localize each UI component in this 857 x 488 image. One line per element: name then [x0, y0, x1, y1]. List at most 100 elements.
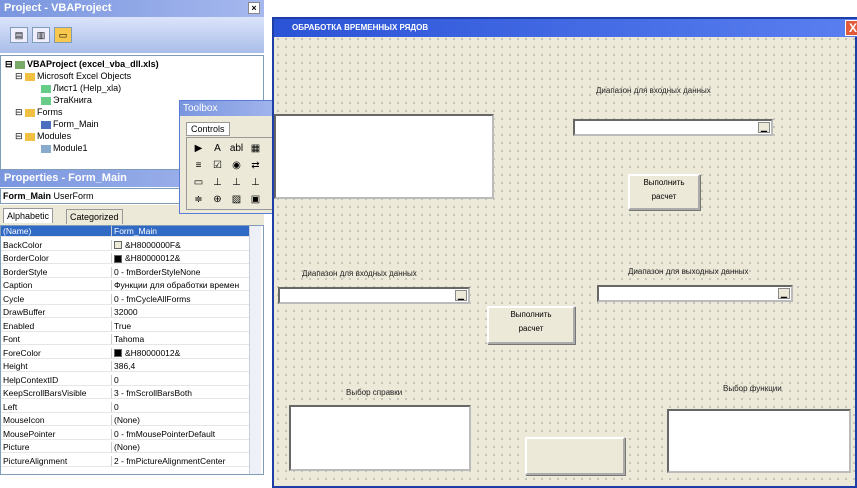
color-swatch — [114, 349, 122, 358]
chevron-down-icon[interactable]: ▁ — [758, 122, 770, 133]
tab-alphabetic[interactable]: Alphabetic — [3, 208, 54, 223]
toolbox-tool-icon[interactable]: ☑ — [210, 159, 225, 173]
toolbox-tool-icon[interactable]: ▶ — [191, 142, 206, 156]
toolbox-tool-icon[interactable]: ⊥ — [248, 176, 263, 190]
property-row[interactable]: Enabled True — [1, 320, 251, 332]
run-button-top[interactable]: Выполнить расчет — [628, 174, 700, 210]
tree-item-thisworkbook[interactable]: ЭтаКнига — [41, 95, 92, 105]
combo-output-range[interactable]: ▁ — [597, 285, 793, 302]
property-value[interactable]: &H80000012& — [111, 253, 251, 263]
toolbox-tool-icon[interactable]: ≑ — [191, 193, 206, 207]
view-code-icon[interactable]: ▤ — [10, 27, 28, 43]
property-value[interactable]: (None) — [111, 442, 251, 452]
property-name: Font — [3, 334, 21, 344]
property-row[interactable]: BackColor &H8000000F& — [1, 239, 251, 251]
view-object-icon[interactable]: ▥ — [32, 27, 50, 43]
label-input-range-top: Диапазон для входных данных — [596, 86, 711, 95]
property-value-text: Функции для обработки времен — [114, 280, 240, 290]
toolbox-tool-icon[interactable]: ⇄ — [248, 159, 263, 173]
property-value[interactable]: 32000 — [111, 307, 251, 317]
property-value-text: 3 - fmScrollBarsBoth — [114, 388, 192, 398]
toolbox-tool-icon[interactable]: ⊕ — [210, 193, 225, 207]
property-value[interactable]: Form_Main — [111, 226, 251, 236]
properties-scrollbar[interactable] — [249, 226, 261, 474]
property-row[interactable]: PictureAlignment 2 - fmPictureAlignmentCe… — [1, 455, 251, 467]
property-value[interactable]: 386,4 — [111, 361, 251, 371]
property-value[interactable]: 3 - fmScrollBarsBoth — [111, 388, 251, 398]
toolbox-tool-icon[interactable]: A — [210, 142, 225, 156]
property-value[interactable]: 0 - fmBorderStyleNone — [111, 266, 251, 277]
property-row[interactable]: ForeColor &H80000012& — [1, 347, 251, 359]
property-value[interactable]: 0 - fmMousePointerDefault — [111, 428, 251, 439]
toolbox-title: Toolbox — [183, 103, 218, 114]
property-row[interactable]: Caption Функции для обработки времен — [1, 280, 251, 291]
property-value[interactable]: True — [111, 320, 251, 331]
toolbox-tool-icon[interactable]: ≡ — [191, 159, 206, 173]
label-input-range-bottom: Диапазон для входных данных — [302, 269, 417, 278]
tab-controls[interactable]: Controls — [186, 122, 230, 136]
chevron-down-icon[interactable]: ▁ — [455, 290, 467, 301]
toolbox-tool-icon[interactable]: ▣ — [248, 193, 263, 207]
property-value[interactable]: 0 — [111, 401, 251, 412]
property-value-text: 2 - fmPictureAlignmentCenter — [114, 455, 226, 466]
toolbox-tool-icon[interactable]: ▨ — [229, 193, 244, 207]
tree-item-vbaproject[interactable]: ⊟ VBAProject (excel_vba_dll.xls) — [5, 59, 159, 70]
property-row[interactable]: BorderStyle 0 - fmBorderStyleNone — [1, 266, 251, 278]
combo-input-range-top[interactable]: ▁ — [573, 119, 773, 136]
property-row[interactable]: MouseIcon (None) — [1, 415, 251, 426]
property-row[interactable]: HelpContextID 0 — [1, 374, 251, 386]
property-value[interactable]: 2 - fmPictureAlignmentCenter — [111, 455, 251, 466]
property-value[interactable]: &H80000012& — [111, 347, 251, 358]
property-row[interactable]: Left 0 — [1, 401, 251, 413]
toolbox-title-bar: Toolbox × — [180, 101, 287, 116]
toolbox-tool-icon[interactable]: ◉ — [229, 159, 244, 173]
combo-input-range-bottom[interactable]: ▁ — [278, 287, 470, 304]
toolbox-tool-icon[interactable]: ▦ — [248, 142, 263, 156]
property-row[interactable]: Height 386,4 — [1, 361, 251, 372]
property-row[interactable]: DrawBuffer 32000 — [1, 307, 251, 318]
property-value-text: 0 - fmBorderStyleNone — [114, 266, 201, 277]
property-row[interactable]: Cycle 0 - fmCycleAllForms — [1, 293, 251, 305]
tree-item-sheet1[interactable]: Лист1 (Help_xla) — [41, 83, 121, 93]
property-value-text: 32000 — [114, 307, 138, 317]
listbox-top-left[interactable] — [274, 114, 494, 199]
property-row[interactable]: Picture (None) — [1, 442, 251, 453]
close-icon[interactable]: × — [248, 2, 260, 14]
run-button-bottom[interactable]: Выполнить расчет — [487, 306, 575, 344]
listbox-function[interactable] — [667, 409, 851, 473]
blank-button[interactable] — [525, 437, 625, 475]
property-name: MouseIcon — [3, 415, 45, 425]
property-row[interactable]: KeepScrollBarsVisible 3 - fmScrollBarsBot… — [1, 388, 251, 399]
tree-item-excel-objects[interactable]: ⊟ Microsoft Excel Objects — [15, 71, 131, 82]
property-value[interactable]: 0 — [111, 374, 251, 385]
property-name: HelpContextID — [3, 374, 59, 385]
tree-item-forms[interactable]: ⊟ Forms — [15, 107, 63, 118]
property-row[interactable]: BorderColor &H80000012& — [1, 253, 251, 264]
property-value[interactable]: Tahoma — [111, 334, 251, 344]
listbox-help[interactable] — [289, 405, 471, 471]
property-value[interactable]: Функции для обработки времен — [111, 280, 251, 290]
property-row[interactable]: MousePointer 0 - fmMousePointerDefault — [1, 428, 251, 440]
chevron-down-icon[interactable]: ▁ — [778, 288, 790, 299]
property-value[interactable]: (None) — [111, 415, 251, 425]
property-row[interactable]: Font Tahoma — [1, 334, 251, 345]
tab-categorized[interactable]: Categorized — [66, 209, 123, 224]
form-close-icon[interactable]: X — [845, 20, 857, 36]
property-value[interactable]: &H8000000F& — [111, 239, 251, 250]
property-row[interactable]: (Name) Form_Main — [1, 226, 251, 237]
form-title-bar: ОБРАБОТКА ВРЕМЕННЫХ РЯДОВ X — [274, 19, 857, 37]
toolbox-tool-icon[interactable]: ▭ — [191, 176, 206, 190]
tree-item-module1[interactable]: Module1 — [41, 143, 88, 153]
property-name: (Name) — [3, 226, 32, 236]
property-value-text: &H80000012& — [125, 253, 181, 263]
property-value-text: True — [114, 320, 132, 331]
property-value-text: &H80000012& — [125, 347, 181, 358]
property-value[interactable]: 0 - fmCycleAllForms — [111, 293, 251, 304]
tree-item-modules[interactable]: ⊟ Modules — [15, 131, 71, 142]
toolbox-tool-icon[interactable]: abl — [229, 142, 244, 156]
tree-item-form-main[interactable]: Form_Main — [41, 119, 99, 129]
toolbox-tool-icon[interactable]: ⊥ — [210, 176, 225, 190]
toggle-folders-icon[interactable]: ▭ — [54, 27, 72, 43]
toolbox-tool-icon[interactable]: ⊥ — [229, 176, 244, 190]
property-name: BorderStyle — [3, 266, 48, 277]
